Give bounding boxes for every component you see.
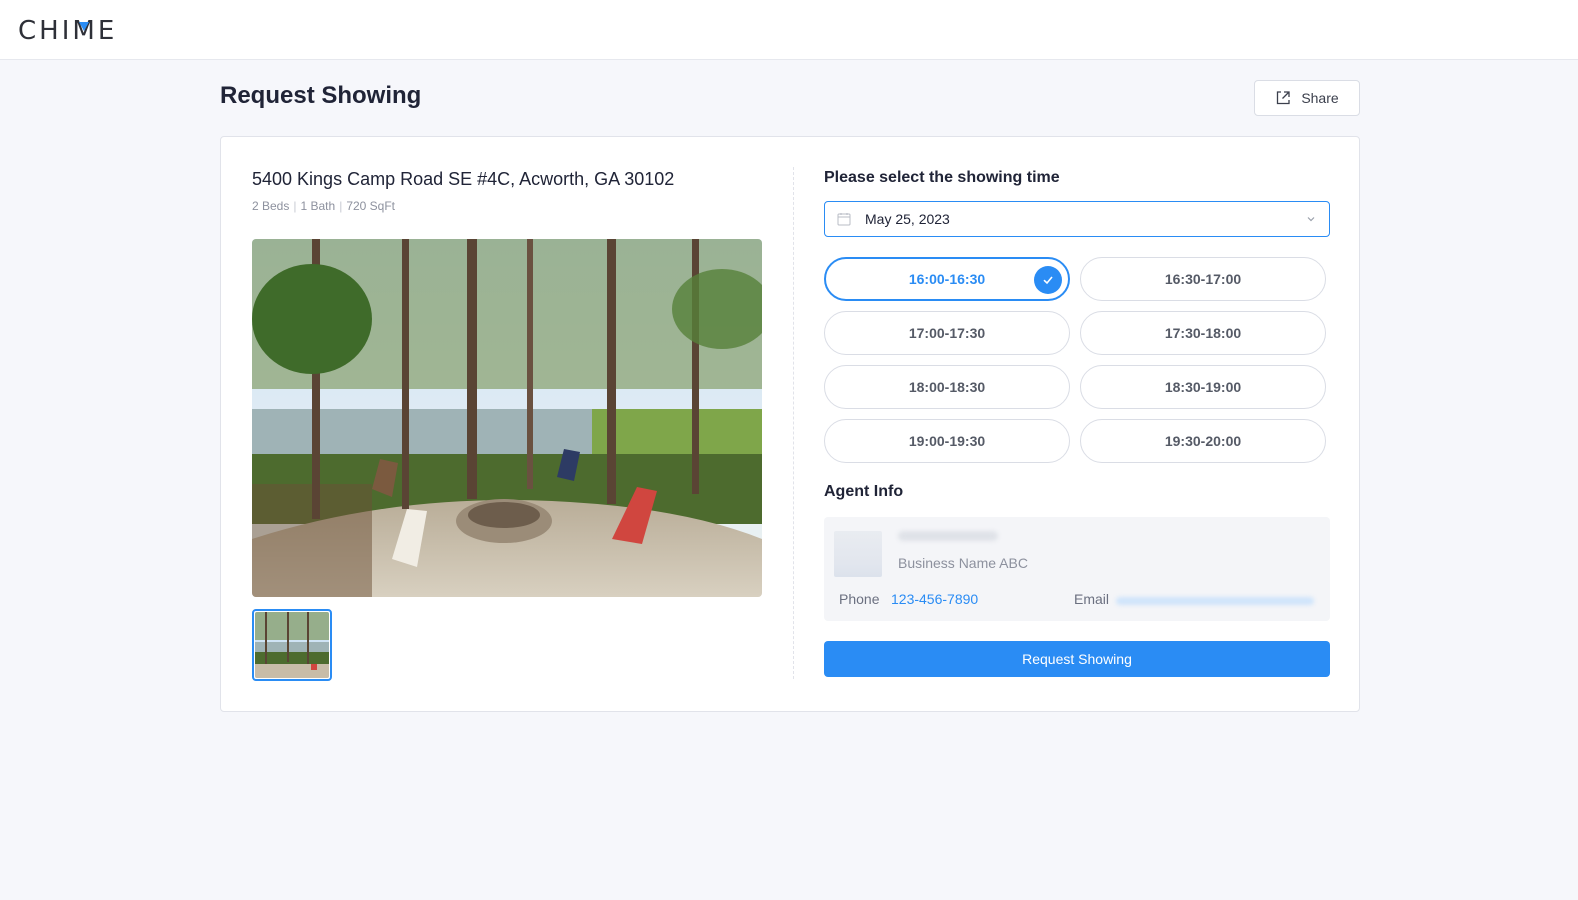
listing-specs: 2 Beds | 1 Bath | 720 SqFt (252, 199, 395, 213)
photo-thumbnail[interactable] (252, 609, 332, 681)
square-footage: 720 SqFt (346, 199, 396, 213)
time-slot[interactable]: 19:30-20:00 (1080, 419, 1326, 463)
listing-photo[interactable] (252, 239, 762, 597)
share-label: Share (1301, 90, 1339, 106)
agent-avatar (834, 531, 882, 577)
listing-address: 5400 Kings Camp Road SE #4C, Acworth, GA… (252, 169, 675, 189)
date-picker[interactable]: May 25, 2023 (824, 201, 1330, 237)
showing-time-heading: Please select the showing time (824, 169, 1060, 186)
time-slot-grid: 16:00-16:30 16:30-17:00 17:00-17:30 17:3… (824, 257, 1326, 463)
time-slot[interactable]: 18:30-19:00 (1080, 365, 1326, 409)
time-slot-label: 18:30-19:00 (1164, 379, 1242, 395)
time-slot[interactable]: 16:00-16:30 (824, 257, 1070, 301)
time-slot-label: 17:00-17:30 (908, 325, 986, 341)
column-divider (793, 167, 794, 679)
phone-label: Phone (839, 591, 880, 607)
selected-date: May 25, 2023 (865, 211, 950, 227)
time-slot[interactable]: 18:00-18:30 (824, 365, 1070, 409)
agent-name-redacted (898, 531, 998, 541)
chevron-down-icon (1307, 217, 1315, 222)
beds-count: 2 Beds (252, 199, 290, 213)
spec-separator: | (339, 199, 343, 213)
calendar-icon (837, 213, 851, 226)
spec-separator: | (293, 199, 297, 213)
check-icon (1034, 266, 1062, 294)
email-label: Email (1074, 591, 1110, 607)
request-card: 5400 Kings Camp Road SE #4C, Acworth, GA… (220, 136, 1360, 712)
agent-email-link-redacted[interactable] (1116, 597, 1314, 605)
time-slot[interactable]: 17:30-18:00 (1080, 311, 1326, 355)
request-showing-button[interactable]: Request Showing (824, 641, 1330, 677)
page-title: Request Showing (220, 82, 422, 109)
agent-business-name: Business Name ABC (898, 555, 1028, 571)
time-slot[interactable]: 17:00-17:30 (824, 311, 1070, 355)
top-bar: CHIME (0, 0, 1578, 60)
agent-info-panel: Business Name ABC Phone 123-456-7890 Ema… (824, 517, 1330, 621)
time-slot-label: 19:00-19:30 (908, 433, 986, 449)
chime-logo[interactable]: CHIME (18, 16, 117, 46)
agent-phone-link[interactable]: 123-456-7890 (891, 591, 978, 607)
share-icon (1277, 91, 1290, 105)
baths-count: 1 Bath (300, 199, 336, 213)
time-slot[interactable]: 16:30-17:00 (1080, 257, 1326, 301)
time-slot-label: 16:00-16:30 (908, 271, 986, 287)
time-slot-label: 19:30-20:00 (1164, 433, 1242, 449)
time-slot[interactable]: 19:00-19:30 (824, 419, 1070, 463)
time-slot-label: 17:30-18:00 (1164, 325, 1242, 341)
share-button[interactable]: Share (1254, 80, 1360, 116)
agent-info-heading: Agent Info (824, 483, 904, 500)
time-slot-label: 18:00-18:30 (908, 379, 986, 395)
time-slot-label: 16:30-17:00 (1164, 271, 1242, 287)
